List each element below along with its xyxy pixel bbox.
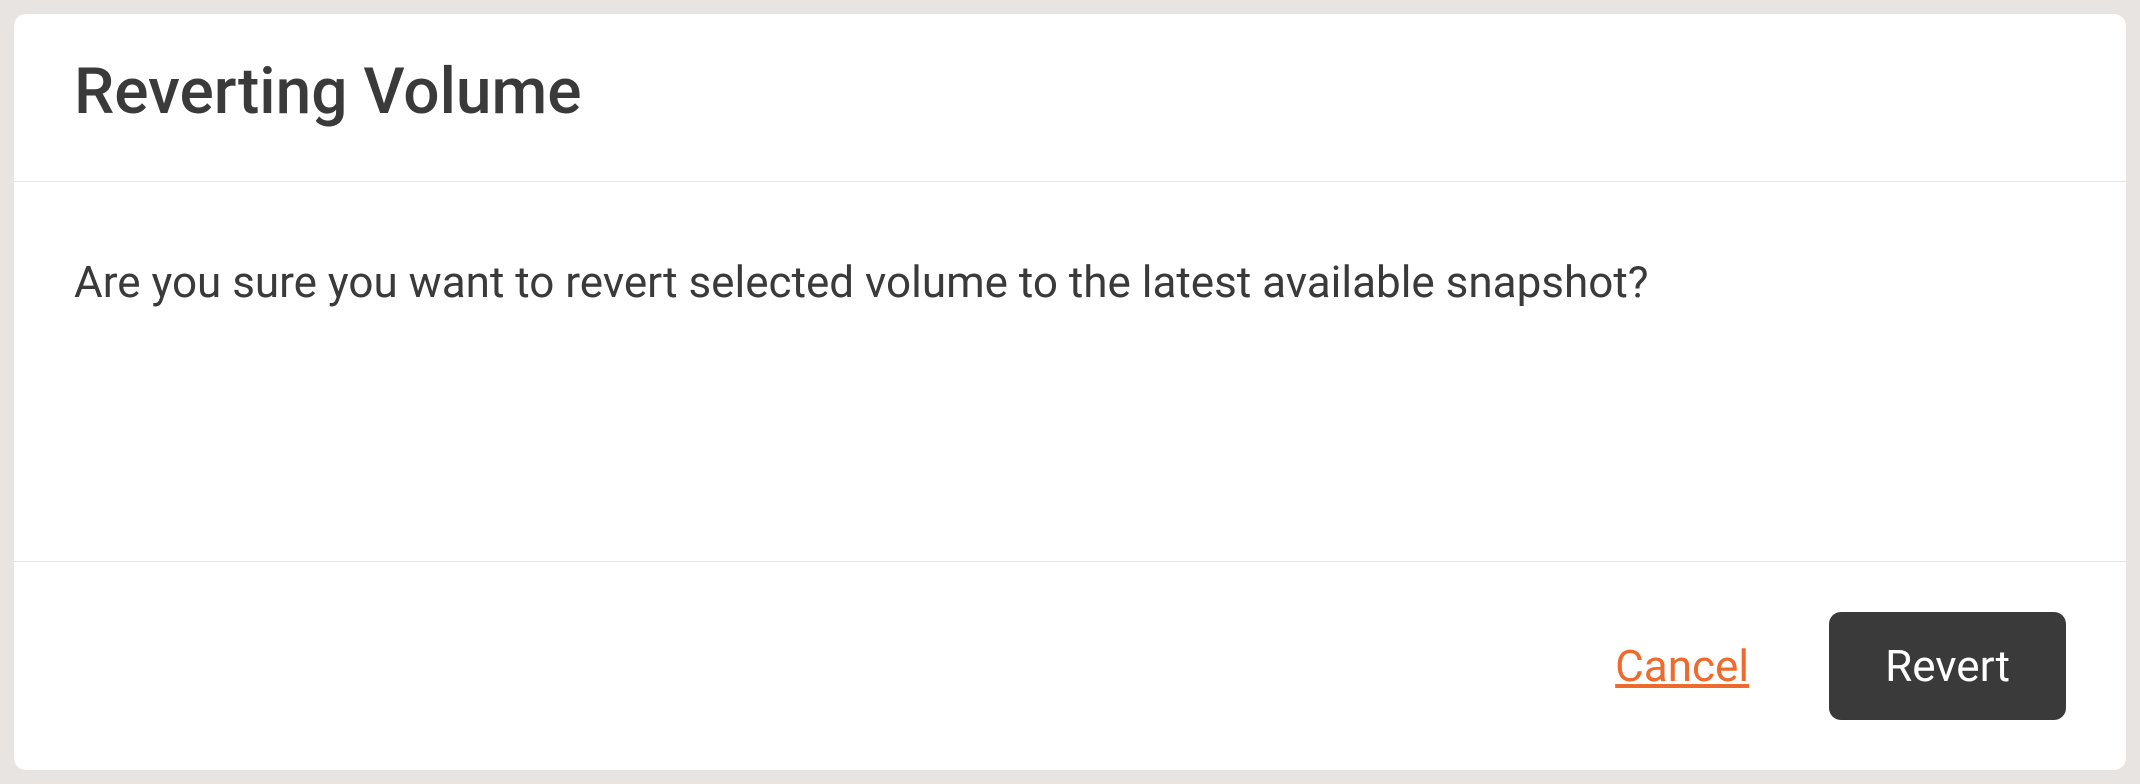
revert-button[interactable]: Revert bbox=[1829, 612, 2066, 720]
revert-volume-dialog: Reverting Volume Are you sure you want t… bbox=[14, 14, 2126, 770]
dialog-footer: Cancel Revert bbox=[14, 562, 2126, 770]
dialog-header: Reverting Volume bbox=[14, 14, 2126, 182]
dialog-body: Are you sure you want to revert selected… bbox=[14, 182, 2126, 562]
dialog-title: Reverting Volume bbox=[74, 54, 2066, 131]
dialog-message: Are you sure you want to revert selected… bbox=[74, 252, 2066, 314]
cancel-button[interactable]: Cancel bbox=[1615, 640, 1749, 692]
